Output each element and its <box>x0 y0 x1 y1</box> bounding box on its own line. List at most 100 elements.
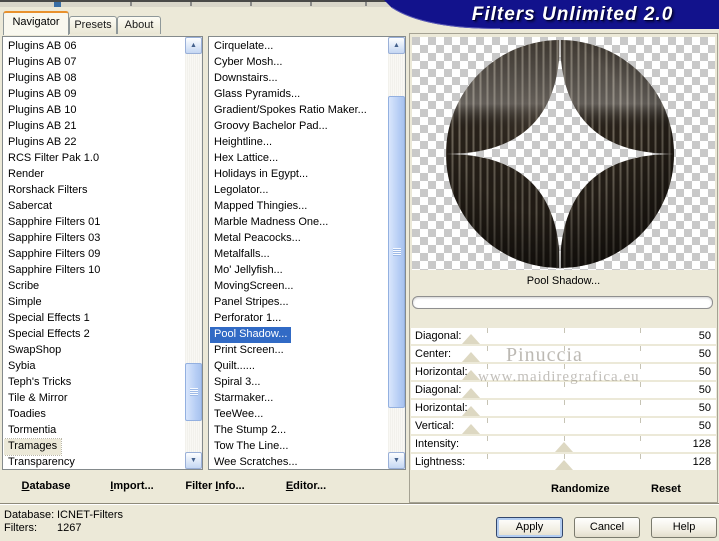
slider-intensity[interactable]: Intensity: 128 <box>411 436 716 452</box>
navigator-list-item[interactable]: Render <box>4 167 48 183</box>
filter-list-item[interactable]: Spiral 3... <box>210 375 264 391</box>
navigator-list-item[interactable]: Special Effects 1 <box>4 311 94 327</box>
navigator-list-item[interactable]: Sapphire Filters 10 <box>4 263 104 279</box>
scroll-down-button[interactable]: ▼ <box>388 452 405 469</box>
navigator-list-item[interactable]: Teph's Tricks <box>4 375 75 391</box>
tab-about[interactable]: About <box>117 16 161 34</box>
slider-tick <box>487 436 489 441</box>
filter-list-item[interactable]: Metalfalls... <box>210 247 274 263</box>
filter-list-item[interactable]: Holidays in Egypt... <box>210 167 312 183</box>
reset-button[interactable]: Reset <box>651 483 681 495</box>
filter-list-item[interactable]: Legolator... <box>210 183 272 199</box>
navigator-list-item[interactable]: Sapphire Filters 09 <box>4 247 104 263</box>
filter-list-item[interactable]: Heightline... <box>210 135 276 151</box>
scroll-up-button[interactable]: ▲ <box>185 37 202 54</box>
apply-button[interactable]: Apply <box>496 517 563 538</box>
filter-scrollbar[interactable]: ▲ ▼ <box>388 37 405 469</box>
slider-lightness[interactable]: Lightness: 128 <box>411 454 716 470</box>
slider-label: Center: <box>415 348 452 360</box>
divider <box>0 503 719 505</box>
navigator-list-item[interactable]: Toadies <box>4 407 50 423</box>
navigator-list-item[interactable]: Plugins AB 21 <box>4 119 81 135</box>
navigator-list-item[interactable]: Scribe <box>4 279 43 295</box>
filter-list-item[interactable]: Groovy Bachelor Pad... <box>210 119 332 135</box>
filter-list-item[interactable]: Mo' Jellyfish... <box>210 263 287 279</box>
filter-list-item[interactable]: Perforator 1... <box>210 311 285 327</box>
filter-list-item[interactable]: Gradient/Spokes Ratio Maker... <box>210 103 371 119</box>
tab-presets[interactable]: Presets <box>69 16 117 34</box>
slider-thumb[interactable] <box>461 424 480 434</box>
slider-horizontal[interactable]: Horizontal: 50 <box>411 400 716 416</box>
filter-list-item[interactable]: Quilt...... <box>210 359 259 375</box>
filter-list-item[interactable]: Print Screen... <box>210 343 288 359</box>
scroll-thumb[interactable] <box>185 363 202 421</box>
scroll-thumb[interactable] <box>388 96 405 408</box>
filter-list-item[interactable]: Glass Pyramids... <box>210 87 304 103</box>
navigator-list-item[interactable]: Simple <box>4 295 46 311</box>
filter-list-item[interactable]: Metal Peacocks... <box>210 231 305 247</box>
navigator-list-item[interactable]: Sabercat <box>4 199 56 215</box>
slider-diagonal[interactable]: Diagonal: 50 <box>411 328 716 344</box>
filter-list-item[interactable]: Wee Scratches... <box>210 455 302 468</box>
slider-tick <box>563 328 565 333</box>
navigator-list-item[interactable]: Plugins AB 10 <box>4 103 81 119</box>
navigator-list-item[interactable]: Plugins AB 06 <box>4 39 81 55</box>
navigator-list-item[interactable]: Plugins AB 08 <box>4 71 81 87</box>
filter-list-item[interactable]: Mapped Thingies... <box>210 199 311 215</box>
filter-info-button[interactable]: Filter Info... <box>185 480 244 492</box>
navigator-list-item[interactable]: Plugins AB 22 <box>4 135 81 151</box>
slider-tick <box>563 436 565 441</box>
navigator-list-item[interactable]: Tile & Mirror <box>4 391 71 407</box>
randomize-button[interactable]: Randomize <box>551 483 610 495</box>
filter-list-item[interactable]: Downstairs... <box>210 71 282 87</box>
slider-vertical[interactable]: Vertical: 50 <box>411 418 716 434</box>
navigator-list-item-selected[interactable]: Tramages <box>4 438 63 456</box>
slider-value: 50 <box>698 366 711 378</box>
import-button[interactable]: Import... <box>110 480 153 492</box>
slider-thumb[interactable] <box>555 442 574 452</box>
help-button[interactable]: Help <box>651 517 717 538</box>
filter-list-item[interactable]: Cirquelate... <box>210 39 277 55</box>
filter-list-item[interactable]: TeeWee... <box>210 407 267 423</box>
filter-list-item[interactable]: Panel Stripes... <box>210 295 293 311</box>
tab-navigator[interactable]: Navigator <box>3 11 69 35</box>
filter-list-item[interactable]: Starmaker... <box>210 391 277 407</box>
navigator-list-item[interactable]: SwapShop <box>4 343 65 359</box>
scroll-up-button[interactable]: ▲ <box>388 37 405 54</box>
navigator-list-item[interactable]: Plugins AB 09 <box>4 87 81 103</box>
filter-list-item-selected[interactable]: Pool Shadow... <box>210 327 292 343</box>
navigator-list-item[interactable]: RCS Filter Pak 1.0 <box>4 151 103 167</box>
right-panel: Pool Shadow... Diagonal: 50 Center: 50 Horiz… <box>409 33 718 503</box>
preview-image <box>412 37 715 270</box>
slider-thumb[interactable] <box>461 388 480 398</box>
navigator-list-item[interactable]: Sapphire Filters 03 <box>4 231 104 247</box>
navigator-scrollbar[interactable]: ▲ ▼ <box>185 37 202 469</box>
navigator-list-item[interactable]: Sybia <box>4 359 40 375</box>
navigator-list-item[interactable]: Sapphire Filters 01 <box>4 215 104 231</box>
navigator-list-item[interactable]: Transparency <box>4 455 79 468</box>
filter-list-item[interactable]: Cyber Mosh... <box>210 55 286 71</box>
slider-value: 50 <box>698 402 711 414</box>
slider-thumb[interactable] <box>461 334 480 344</box>
slider-label: Diagonal: <box>415 330 462 342</box>
watermark-text: www.maidiregrafica.eu <box>478 369 640 385</box>
navigator-list-item[interactable]: Plugins AB 07 <box>4 55 81 71</box>
cancel-button[interactable]: Cancel <box>574 517 640 538</box>
navigator-list-item[interactable]: Rorshack Filters <box>4 183 91 199</box>
editor-button[interactable]: Editor... <box>286 480 326 492</box>
navigator-listbox: Plugins AB 06 Plugins AB 07 Plugins AB 08 P… <box>2 36 203 470</box>
navigator-list-item[interactable]: Tormentia <box>4 423 60 439</box>
slider-thumb[interactable] <box>555 460 574 470</box>
filter-list-item[interactable]: MovingScreen... <box>210 279 297 295</box>
navigator-list-item[interactable]: Special Effects 2 <box>4 327 94 343</box>
scroll-down-button[interactable]: ▼ <box>185 452 202 469</box>
database-button[interactable]: Database <box>22 480 71 492</box>
filter-list-item[interactable]: Hex Lattice... <box>210 151 282 167</box>
slider-tick <box>487 328 489 333</box>
slider-thumb[interactable] <box>461 352 480 362</box>
slider-label: Intensity: <box>415 438 460 450</box>
filter-list-item[interactable]: Tow The Line... <box>210 439 292 455</box>
watermark-text: Pinuccia <box>506 344 583 366</box>
filter-list-item[interactable]: Marble Madness One... <box>210 215 332 231</box>
filter-list-item[interactable]: The Stump 2... <box>210 423 290 439</box>
